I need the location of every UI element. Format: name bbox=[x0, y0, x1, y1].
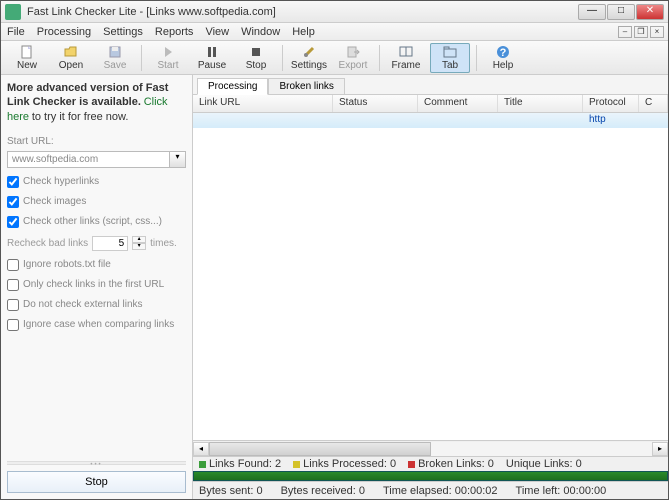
promo-text: More advanced version of Fast Link Check… bbox=[7, 81, 186, 124]
maximize-button[interactable]: □ bbox=[607, 4, 635, 20]
stop-icon bbox=[248, 44, 264, 60]
content-pane: Processing Broken links Link URL Status … bbox=[193, 75, 668, 499]
tab-broken[interactable]: Broken links bbox=[268, 78, 344, 94]
recheck-input[interactable] bbox=[92, 236, 128, 251]
title-bar: Fast Link Checker Lite - [Links www.soft… bbox=[1, 1, 668, 23]
first-url-checkbox[interactable] bbox=[7, 279, 19, 291]
tab-processing[interactable]: Processing bbox=[197, 78, 268, 95]
sidebar: More advanced version of Fast Link Check… bbox=[1, 75, 193, 499]
pause-button[interactable]: Pause bbox=[192, 43, 232, 73]
first-url-label: Only check links in the first URL bbox=[23, 279, 164, 290]
col-status[interactable]: Status bbox=[333, 95, 418, 112]
bullet-red-icon bbox=[408, 461, 415, 468]
toolbar: New Open Save Start Pause Stop Settings … bbox=[1, 41, 668, 75]
menu-processing[interactable]: Processing bbox=[37, 26, 91, 38]
ignore-robots-checkbox[interactable] bbox=[7, 259, 19, 271]
ignore-case-checkbox[interactable] bbox=[7, 319, 19, 331]
grid-header: Link URL Status Comment Title Protocol C bbox=[193, 95, 668, 113]
start-url-label: Start URL: bbox=[7, 136, 186, 147]
help-button[interactable]: ? Help bbox=[483, 43, 523, 73]
app-icon bbox=[5, 4, 21, 20]
tab-icon bbox=[442, 44, 458, 60]
svg-text:?: ? bbox=[500, 47, 507, 59]
external-label: Do not check external links bbox=[23, 299, 143, 310]
result-tabs: Processing Broken links bbox=[193, 75, 668, 95]
menu-reports[interactable]: Reports bbox=[155, 26, 194, 38]
mdi-restore-button[interactable]: ❐ bbox=[634, 26, 648, 38]
open-icon bbox=[63, 44, 79, 60]
check-images-checkbox[interactable] bbox=[7, 196, 19, 208]
pause-icon bbox=[204, 44, 220, 60]
separator bbox=[141, 45, 142, 71]
status-bar-bytes: Bytes sent: 0 Bytes received: 0 Time ela… bbox=[193, 481, 668, 499]
mdi-close-button[interactable]: × bbox=[650, 26, 664, 38]
col-comment[interactable]: Comment bbox=[418, 95, 498, 112]
progress-bar bbox=[193, 471, 668, 481]
export-button[interactable]: Export bbox=[333, 43, 373, 73]
menu-view[interactable]: View bbox=[205, 26, 229, 38]
scroll-left-arrow[interactable]: ◂ bbox=[193, 442, 209, 456]
menu-window[interactable]: Window bbox=[241, 26, 280, 38]
ignore-robots-label: Ignore robots.txt file bbox=[23, 259, 111, 270]
col-url[interactable]: Link URL bbox=[193, 95, 333, 112]
table-row[interactable]: http bbox=[193, 113, 668, 128]
status-bar-links: Links Found: 2 Links Processed: 0 Broken… bbox=[193, 456, 668, 471]
minimize-button[interactable]: — bbox=[578, 4, 606, 20]
tab-button[interactable]: Tab bbox=[430, 43, 470, 73]
check-hyperlinks-label: Check hyperlinks bbox=[23, 176, 99, 187]
col-last[interactable]: C bbox=[639, 95, 668, 112]
separator bbox=[282, 45, 283, 71]
bullet-yellow-icon bbox=[293, 461, 300, 468]
ignore-case-label: Ignore case when comparing links bbox=[23, 319, 174, 330]
scroll-thumb[interactable] bbox=[209, 442, 431, 456]
window-title: Fast Link Checker Lite - [Links www.soft… bbox=[27, 6, 578, 18]
menu-bar: File Processing Settings Reports View Wi… bbox=[1, 23, 668, 41]
open-button[interactable]: Open bbox=[51, 43, 91, 73]
play-icon bbox=[160, 44, 176, 60]
grid-body[interactable]: http bbox=[193, 113, 668, 440]
start-url-dropdown[interactable]: ▾ bbox=[170, 151, 186, 168]
start-button[interactable]: Start bbox=[148, 43, 188, 73]
external-checkbox[interactable] bbox=[7, 299, 19, 311]
recheck-spin-up[interactable]: ▴ bbox=[132, 236, 146, 243]
bullet-green-icon bbox=[199, 461, 206, 468]
check-other-checkbox[interactable] bbox=[7, 216, 19, 228]
splitter[interactable] bbox=[7, 461, 186, 465]
separator bbox=[379, 45, 380, 71]
check-hyperlinks-checkbox[interactable] bbox=[7, 176, 19, 188]
scroll-right-arrow[interactable]: ▸ bbox=[652, 442, 668, 456]
results-grid: Link URL Status Comment Title Protocol C… bbox=[193, 95, 668, 456]
new-icon bbox=[19, 44, 35, 60]
start-url-input[interactable] bbox=[7, 151, 170, 168]
col-title[interactable]: Title bbox=[498, 95, 583, 112]
settings-icon bbox=[301, 44, 317, 60]
menu-help[interactable]: Help bbox=[292, 26, 315, 38]
settings-button[interactable]: Settings bbox=[289, 43, 329, 73]
menu-file[interactable]: File bbox=[7, 26, 25, 38]
col-protocol[interactable]: Protocol bbox=[583, 95, 639, 112]
sidebar-stop-button[interactable]: Stop bbox=[7, 471, 186, 493]
save-button[interactable]: Save bbox=[95, 43, 135, 73]
cell-protocol: http bbox=[583, 113, 639, 128]
check-images-label: Check images bbox=[23, 196, 86, 207]
export-icon bbox=[345, 44, 361, 60]
help-icon: ? bbox=[495, 44, 511, 60]
stop-button[interactable]: Stop bbox=[236, 43, 276, 73]
horizontal-scrollbar[interactable]: ◂ ▸ bbox=[193, 440, 668, 456]
frame-icon bbox=[398, 44, 414, 60]
recheck-label: Recheck bad links bbox=[7, 238, 88, 249]
separator bbox=[476, 45, 477, 71]
mdi-minimize-button[interactable]: – bbox=[618, 26, 632, 38]
menu-settings[interactable]: Settings bbox=[103, 26, 143, 38]
check-other-label: Check other links (script, css...) bbox=[23, 216, 162, 227]
new-button[interactable]: New bbox=[7, 43, 47, 73]
save-icon bbox=[107, 44, 123, 60]
recheck-spin-down[interactable]: ▾ bbox=[132, 243, 146, 250]
frame-button[interactable]: Frame bbox=[386, 43, 426, 73]
close-button[interactable]: ✕ bbox=[636, 4, 664, 20]
